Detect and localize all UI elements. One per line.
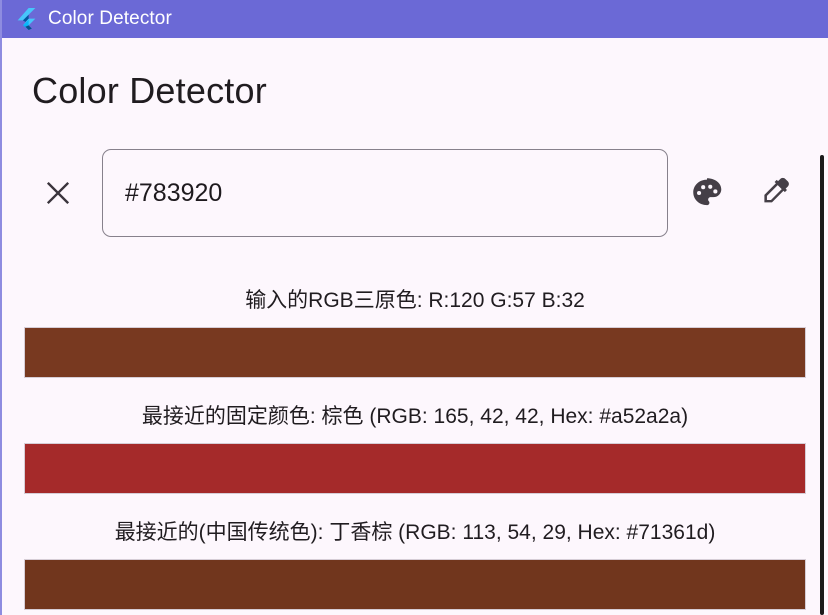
input-rgb-label: 输入的RGB三原色: R:120 G:57 B:32	[245, 289, 585, 312]
app-window: Color Detector Color Detector #783920 输入…	[0, 0, 828, 615]
fixed-color-label: 最接近的固定颜色: 棕色 (RGB: 165, 42, 42, Hex: #a5…	[141, 405, 689, 428]
fixed-color-swatch	[24, 443, 806, 494]
close-x-glyph	[46, 181, 70, 205]
input-color-swatch	[24, 327, 806, 378]
palette-icon[interactable]	[686, 172, 728, 214]
eyedropper-glyph	[764, 177, 789, 203]
window-title: Color Detector	[48, 8, 172, 29]
window-titlebar: Color Detector	[2, 0, 828, 38]
scrollbar-thumb[interactable]	[820, 155, 824, 615]
flutter-logo-icon	[17, 8, 36, 30]
color-input-row	[2, 149, 828, 237]
palette-glyph	[693, 178, 722, 206]
close-x-icon[interactable]	[40, 175, 76, 211]
scroll-content-area: Color Detector #783920 输入的RGB三原色: R:120 …	[2, 38, 828, 615]
hex-color-input[interactable]	[102, 149, 668, 237]
page-title: Color Detector	[32, 70, 267, 111]
china-color-label: 最接近的(中国传统色): 丁香棕 (RGB: 113, 54, 29, Hex:…	[114, 521, 716, 544]
china-color-swatch	[24, 559, 806, 610]
vertical-scrollbar[interactable]	[820, 155, 824, 615]
eyedropper-icon[interactable]	[756, 172, 798, 214]
